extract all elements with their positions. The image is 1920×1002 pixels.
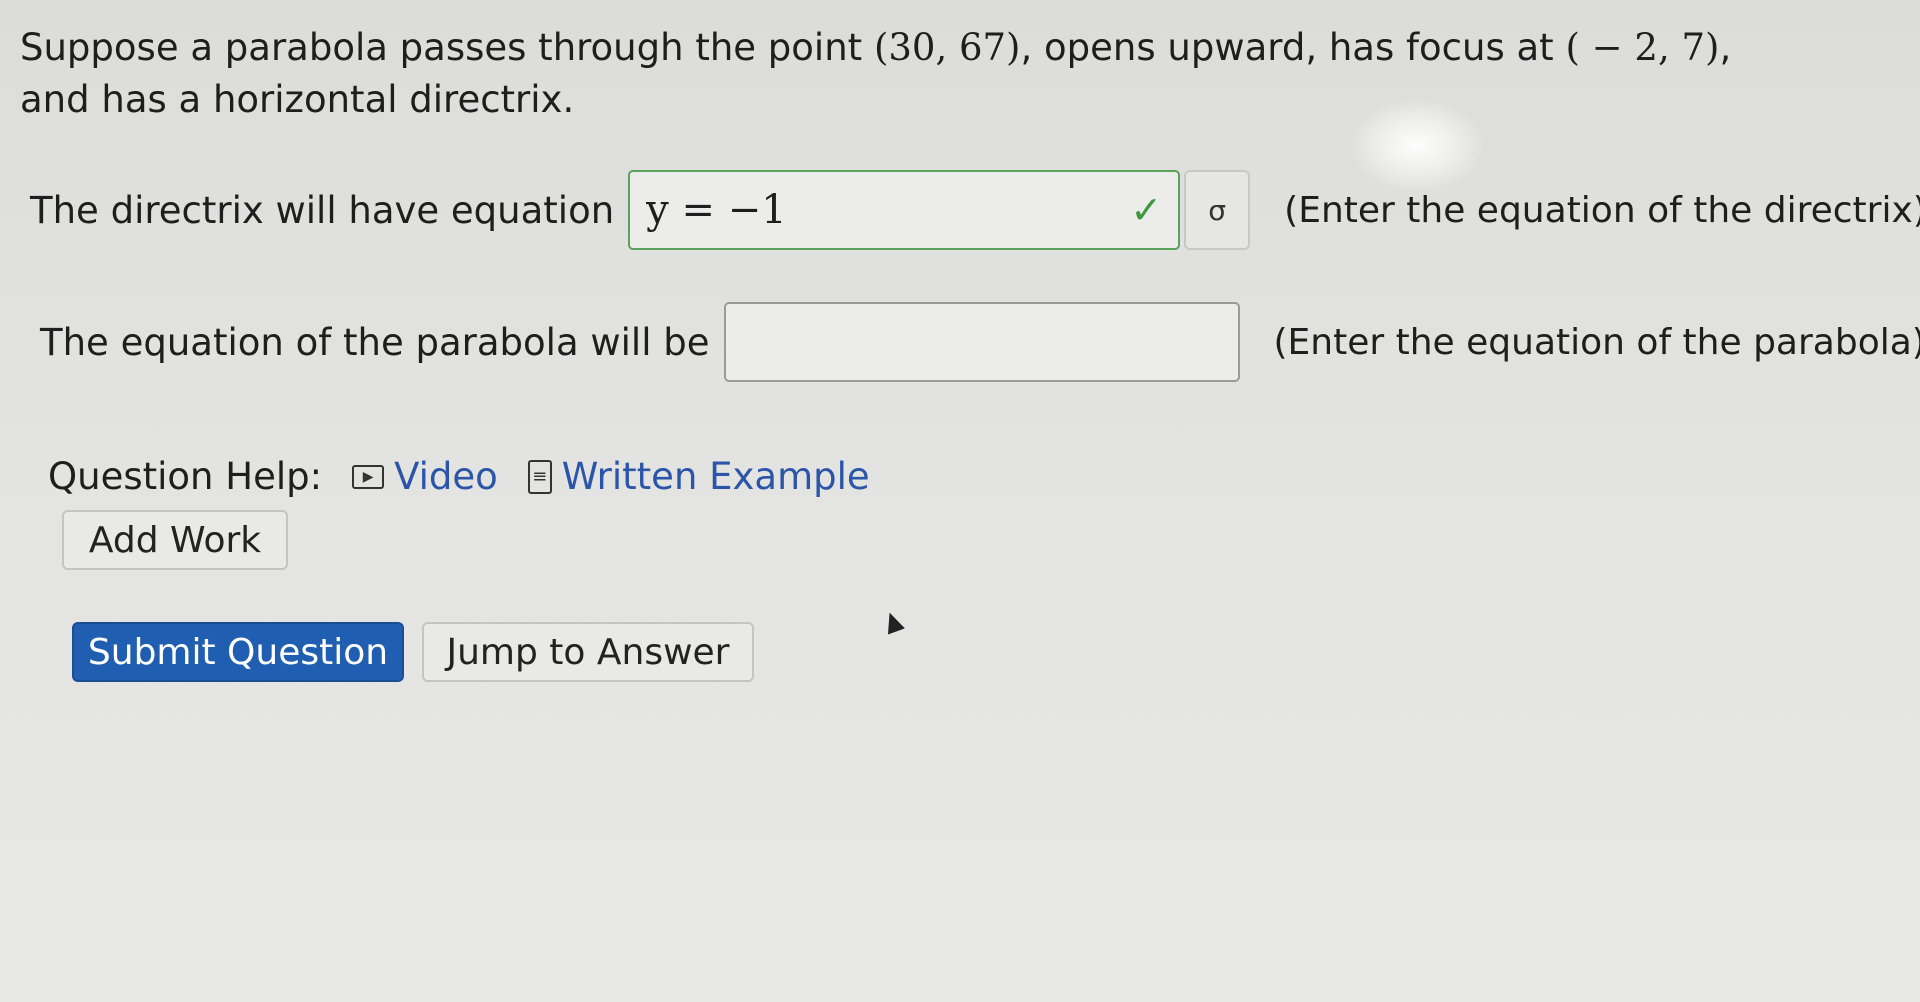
submit-question-label: Submit Question	[87, 631, 389, 673]
point-value: (30, 67)	[873, 26, 1021, 69]
directrix-hint: (Enter the equation of the directrix)	[1284, 189, 1920, 231]
add-work-button[interactable]: Add Work	[62, 510, 288, 570]
checkmark-icon: ✓	[1130, 188, 1163, 232]
add-work-label: Add Work	[88, 519, 262, 561]
directrix-input[interactable]: y = −1 ✓	[628, 170, 1181, 250]
video-link-label: Video	[394, 455, 498, 498]
parabola-row: The equation of the parabola will be (En…	[40, 302, 1920, 382]
parabola-label: The equation of the parabola will be	[40, 320, 710, 364]
document-icon: ≡	[527, 459, 552, 494]
jump-to-answer-label: Jump to Answer	[446, 631, 730, 673]
question-help: Question Help: ▶ Video ≡ Written Example	[48, 455, 870, 498]
sigma-icon: σ	[1208, 193, 1227, 227]
written-example-label: Written Example	[561, 455, 870, 498]
directrix-value: y = −1	[646, 187, 787, 233]
equation-editor-button[interactable]: σ	[1184, 170, 1251, 250]
submit-question-button[interactable]: Submit Question	[72, 622, 404, 682]
video-icon: ▶	[352, 464, 385, 489]
question-help-label: Question Help:	[48, 455, 323, 498]
parabola-input[interactable]	[723, 302, 1240, 382]
mouse-cursor-icon	[881, 609, 905, 635]
jump-to-answer-button[interactable]: Jump to Answer	[422, 622, 754, 682]
question-prompt: Suppose a parabola passes through the po…	[20, 22, 1780, 126]
prompt-text: , opens upward, has focus at	[1020, 26, 1566, 69]
parabola-hint: (Enter the equation of the parabola)	[1273, 321, 1920, 363]
video-link[interactable]: ▶ Video	[352, 455, 498, 498]
written-example-link[interactable]: ≡ Written Example	[527, 455, 870, 498]
prompt-text: Suppose a parabola passes through the po…	[20, 26, 874, 69]
directrix-label: The directrix will have equation	[30, 188, 615, 232]
focus-value: ( − 2, 7)	[1565, 26, 1720, 69]
directrix-row: The directrix will have equation y = −1 …	[30, 170, 1920, 250]
